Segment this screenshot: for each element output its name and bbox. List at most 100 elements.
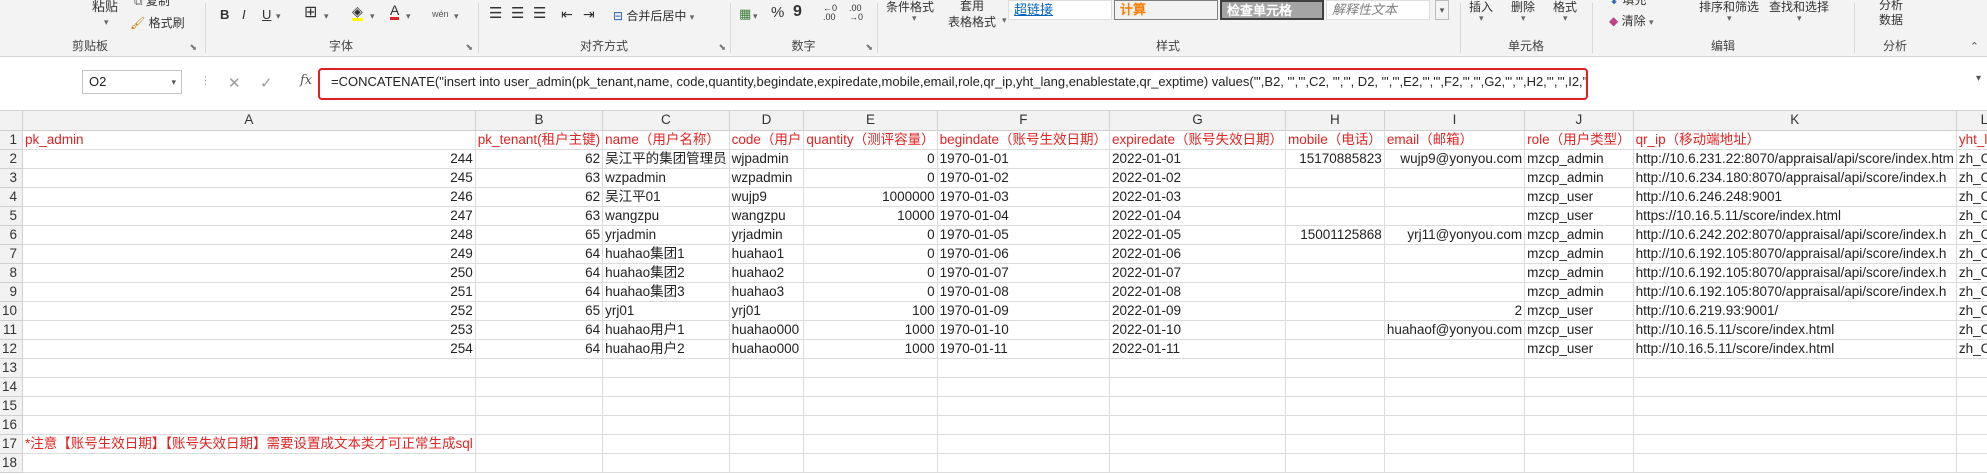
cell[interactable] (1384, 377, 1526, 397)
cell-k2[interactable]: http://10.6.231.22:8070/appraisal/api/sc… (1633, 149, 1957, 169)
cell-g5[interactable]: 2022-01-04 (1109, 206, 1287, 226)
header-cell-i[interactable]: email（邮箱） (1384, 130, 1526, 150)
percent-button[interactable]: % (771, 5, 784, 21)
cell-d3[interactable]: wzpadmin (729, 168, 805, 188)
cell[interactable] (602, 396, 730, 416)
header-cell-l[interactable]: yht_lang (1956, 130, 1987, 150)
cell-c2[interactable]: 吴江平的集团管理员 (602, 149, 730, 169)
conditional-format-button[interactable]: 条件格式 (886, 0, 934, 15)
cell[interactable] (937, 377, 1110, 397)
header-cell-c[interactable]: name（用户名称） (602, 130, 730, 150)
column-header-j[interactable]: J (1524, 111, 1634, 131)
cell-b5[interactable]: 63 (475, 206, 604, 226)
cell-l8[interactable]: zh_CN (1956, 263, 1987, 283)
cell[interactable] (22, 396, 476, 416)
cell-h8[interactable] (1285, 263, 1385, 283)
cell-d9[interactable]: huahao3 (729, 282, 805, 302)
row-header-3[interactable]: 3 (0, 168, 24, 188)
collapse-ribbon-icon[interactable]: ⌃ (1970, 40, 1979, 53)
cell[interactable] (1956, 377, 1987, 397)
cell-i6[interactable]: yrj11@yonyou.com (1384, 225, 1526, 245)
decrease-indent-icon[interactable]: ⇤ (561, 6, 573, 22)
cell[interactable] (729, 434, 805, 454)
row-header-14[interactable]: 14 (0, 377, 24, 397)
cell-i7[interactable] (1384, 244, 1526, 264)
cell[interactable] (937, 453, 1110, 473)
analyze-data-button[interactable]: 分析 数据 (1879, 0, 1903, 28)
cell-g9[interactable]: 2022-01-08 (1109, 282, 1287, 302)
alignment-launcher-icon[interactable]: ⬊ (718, 42, 726, 53)
cell-c7[interactable]: huahao集团1 (602, 244, 730, 264)
cell[interactable] (937, 396, 1110, 416)
row-header-2[interactable]: 2 (0, 149, 24, 169)
cell[interactable] (729, 415, 805, 435)
cell[interactable] (803, 377, 938, 397)
cell[interactable] (475, 453, 604, 473)
row-header-5[interactable]: 5 (0, 206, 24, 226)
cell-e10[interactable]: 100 (803, 301, 938, 321)
row-header-12[interactable]: 12 (0, 339, 24, 359)
cell-a3[interactable]: 245 (22, 168, 476, 188)
cell-e8[interactable]: 0 (803, 263, 938, 283)
formula-bar-splitter-icon[interactable]: ⋮ (200, 74, 211, 87)
cell[interactable] (803, 453, 938, 473)
font-color-button[interactable]: A (390, 3, 400, 20)
column-header-a[interactable]: A (22, 111, 476, 131)
find-select-dropdown-icon[interactable]: ▾ (1797, 13, 1802, 24)
cell-g3[interactable]: 2022-01-02 (1109, 168, 1287, 188)
styles-scroll-icon[interactable]: ▾ (1435, 0, 1449, 20)
cell-a9[interactable]: 251 (22, 282, 476, 302)
delete-dropdown-icon[interactable]: ▾ (1521, 13, 1526, 24)
cell[interactable] (1384, 453, 1526, 473)
cell-j3[interactable]: mzcp_admin (1524, 168, 1634, 188)
cell-f6[interactable]: 1970-01-05 (937, 225, 1110, 245)
cell-d8[interactable]: huahao2 (729, 263, 805, 283)
cell[interactable] (475, 396, 604, 416)
row-header-1[interactable]: 1 (0, 130, 24, 150)
cell-l3[interactable]: zh_CN (1956, 168, 1987, 188)
cell-j4[interactable]: mzcp_user (1524, 187, 1634, 207)
copy-button[interactable]: ⧉ 复制 (134, 0, 170, 9)
cell-k10[interactable]: http://10.6.219.93:9001/ (1633, 301, 1957, 321)
clipboard-launcher-icon[interactable]: ⬊ (189, 42, 197, 53)
cell-c10[interactable]: yrj01 (602, 301, 730, 321)
cell-i4[interactable] (1384, 187, 1526, 207)
cell-k4[interactable]: http://10.6.246.248:9001 (1633, 187, 1957, 207)
cell-e4[interactable]: 1000000 (803, 187, 938, 207)
cell-f9[interactable]: 1970-01-08 (937, 282, 1110, 302)
cell[interactable] (803, 434, 938, 454)
format-painter-button[interactable]: 🖌 格式刷 (130, 15, 185, 31)
cell[interactable] (1524, 415, 1634, 435)
cell-i9[interactable] (1384, 282, 1526, 302)
cell-f5[interactable]: 1970-01-04 (937, 206, 1110, 226)
increase-decimal-icon[interactable]: ←0.00 (823, 4, 837, 22)
merge-center-button[interactable]: ⊟ 合并后居中 ▾ (613, 8, 694, 25)
cell-h4[interactable] (1285, 187, 1385, 207)
cell[interactable] (1633, 453, 1957, 473)
cell[interactable] (729, 358, 805, 378)
cell-c5[interactable]: wangzpu (602, 206, 730, 226)
cell[interactable] (22, 415, 476, 435)
cell-b7[interactable]: 64 (475, 244, 604, 264)
cell-h12[interactable] (1285, 339, 1385, 359)
cell-c6[interactable]: yrjadmin (602, 225, 730, 245)
fill-color-dropdown-icon[interactable]: ▾ (370, 8, 375, 24)
conditional-format-dropdown-icon[interactable]: ▾ (912, 13, 917, 24)
expand-formula-bar-icon[interactable]: ▾ (1976, 73, 1981, 84)
column-header-f[interactable]: F (937, 111, 1110, 131)
row-header-8[interactable]: 8 (0, 263, 24, 283)
cell-c8[interactable]: huahao集团2 (602, 263, 730, 283)
cell-k5[interactable]: https://10.16.5.11/score/index.html (1633, 206, 1957, 226)
paste-button[interactable]: 粘贴 (92, 0, 118, 15)
cell[interactable] (803, 358, 938, 378)
row-header-17[interactable]: 17 (0, 434, 24, 454)
cell-f12[interactable]: 1970-01-11 (937, 339, 1110, 359)
cell-b10[interactable]: 65 (475, 301, 604, 321)
header-cell-j[interactable]: role（用户类型） (1524, 130, 1634, 150)
header-cell-k[interactable]: qr_ip（移动端地址） (1633, 130, 1957, 150)
cell-d2[interactable]: wjpadmin (729, 149, 805, 169)
cell[interactable] (22, 358, 476, 378)
cell[interactable] (1384, 396, 1526, 416)
cell-d11[interactable]: huahao000 (729, 320, 805, 340)
align-left-icon[interactable]: ☰ (489, 6, 502, 22)
